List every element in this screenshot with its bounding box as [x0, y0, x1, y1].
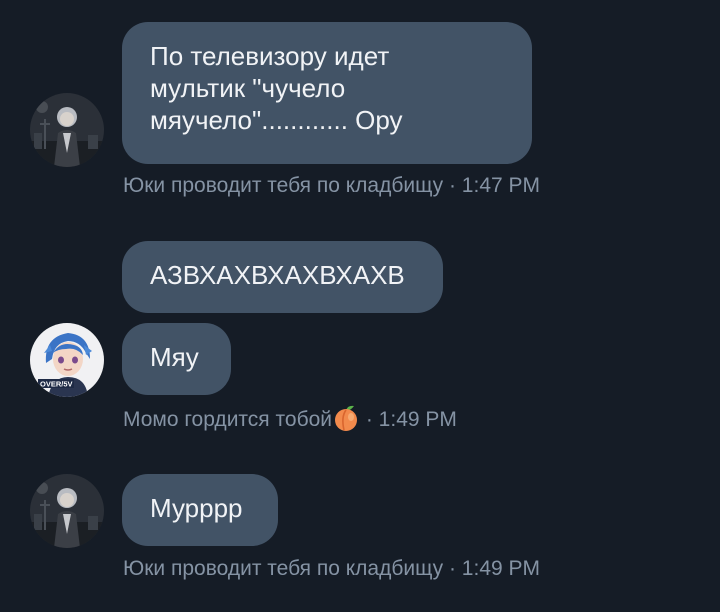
avatar-badge-text: OVER/5V [40, 380, 73, 389]
message-time: · 1:47 PM [443, 174, 541, 197]
sender-name: Юки проводит тебя по кладбищу [123, 557, 444, 580]
sender-name: Юки проводит тебя по кладбищу [123, 174, 444, 197]
message-bubble-azbx[interactable]: АЗВХАХВХАХВХАХВ [122, 241, 443, 313]
message-bubble-purr[interactable]: Мурррр [122, 474, 278, 546]
message-text: Мурррр [150, 493, 243, 523]
sender-name: Момо гордится тобой [123, 408, 333, 431]
yuki-avatar[interactable] [30, 93, 104, 167]
message-caption: Юки проводит тебя по кладбищу · 1:49 PM [123, 556, 540, 582]
message-line: мяучело"............ Ору [150, 105, 403, 135]
peach-emoji [332, 405, 360, 431]
momo-avatar[interactable]: OVER/5V [30, 323, 104, 397]
message-bubble-meow[interactable]: Мяу [122, 323, 231, 395]
message-text: АЗВХАХВХАХВХАХВ [150, 260, 405, 290]
message-time: · 1:49 PM [443, 557, 541, 580]
message-bubble-tv-cartoon[interactable]: По телевизору идет мультик "чучело мяуче… [122, 22, 532, 164]
message-time: · 1:49 PM [360, 408, 457, 431]
message-line: По телевизору идет [150, 41, 390, 71]
yuki-avatar[interactable] [30, 474, 104, 548]
message-caption: Момо гордится тобой · 1:49 PM [123, 405, 457, 433]
message-text: Мяу [150, 342, 199, 372]
message-caption: Юки проводит тебя по кладбищу · 1:47 PM [123, 173, 540, 199]
message-line: мультик "чучело [150, 73, 346, 103]
